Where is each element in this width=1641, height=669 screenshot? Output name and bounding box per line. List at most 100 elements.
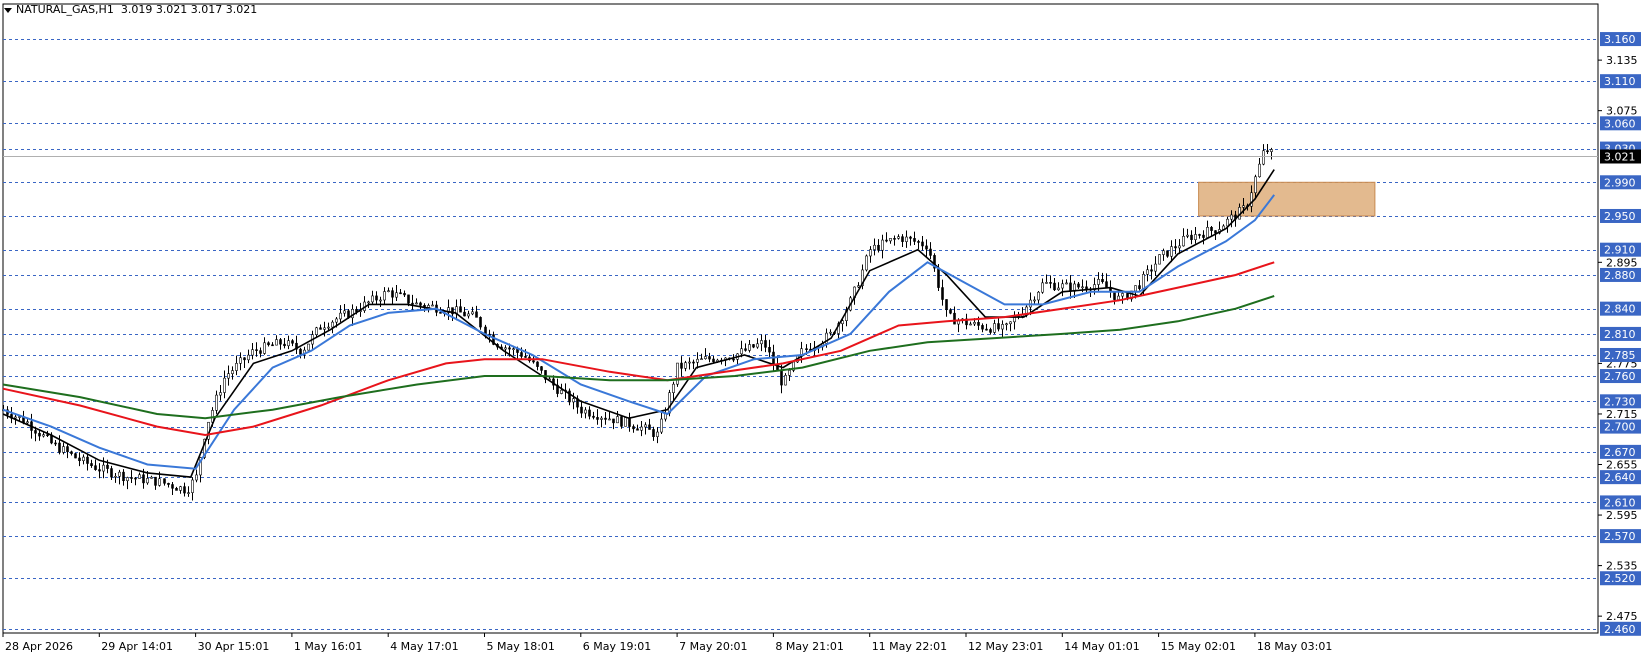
candle-body [748, 344, 751, 351]
candle-body [997, 323, 1000, 330]
candle-body [26, 421, 29, 424]
candle-body [154, 476, 157, 486]
candle-body [1077, 283, 1080, 288]
candle-body [1154, 263, 1157, 272]
candle-body [1190, 234, 1193, 240]
candle-body [640, 426, 643, 431]
candle-body [1266, 150, 1269, 153]
candle-body [704, 356, 707, 360]
candle-body [70, 451, 73, 454]
candle-body [504, 347, 507, 350]
price-chart[interactable]: 3.1353.0752.8952.7752.7152.6552.5952.535… [0, 0, 1641, 669]
time-label: 5 May 18:01 [487, 640, 555, 653]
candle-body [752, 344, 755, 348]
candle-body [1138, 285, 1141, 289]
plot-frame [2, 3, 1599, 634]
price-tick-label: 2.595 [1606, 509, 1638, 522]
candle-body [1117, 295, 1120, 300]
candle-body [110, 468, 113, 478]
candle-body [219, 392, 222, 396]
candle-body [1262, 150, 1265, 165]
candle-body [367, 301, 370, 304]
candle-body [54, 442, 57, 445]
candle-body [512, 348, 515, 350]
candle-body [1061, 283, 1064, 289]
candle-body [98, 469, 101, 472]
candle-body [251, 349, 254, 356]
candle-body [86, 456, 89, 464]
price-tick-label: 2.655 [1606, 459, 1638, 472]
candle-body [1121, 293, 1124, 297]
candle-body [540, 366, 543, 371]
candle-body [700, 358, 703, 361]
candle-body [524, 356, 527, 358]
candle-body [439, 311, 442, 314]
candle-body [993, 323, 996, 333]
candle-body [925, 245, 928, 250]
candle-body [1202, 234, 1205, 238]
candle-body [788, 370, 791, 376]
level-label: 2.990 [1604, 176, 1636, 189]
candle-body [536, 361, 539, 367]
time-label: 29 Apr 14:01 [101, 640, 173, 653]
candle-body [897, 236, 900, 239]
candle-body [780, 369, 783, 386]
candle-body [130, 477, 133, 479]
candle-body [227, 373, 230, 379]
candle-body [953, 312, 956, 325]
ma-red-line [2, 261, 1275, 437]
price-tick-label: 2.715 [1606, 408, 1638, 421]
candle-body [58, 442, 61, 453]
time-label: 4 May 17:01 [390, 640, 458, 653]
candle-body [415, 302, 418, 305]
candle-body [291, 340, 294, 344]
candle-body [379, 299, 382, 302]
time-label: 28 Apr 2026 [5, 640, 73, 653]
level-label: 2.460 [1604, 623, 1636, 636]
candle-body [760, 340, 763, 345]
candle-body [118, 471, 121, 477]
candle-body [279, 339, 282, 345]
candle-body [768, 347, 771, 353]
level-label: 2.570 [1604, 530, 1636, 543]
candle-body [223, 377, 226, 393]
candle-body [688, 361, 691, 364]
candle-body [740, 348, 743, 355]
candle-body [977, 322, 980, 326]
candle-body [648, 424, 651, 430]
candle-body [532, 360, 535, 363]
candle-body [215, 394, 218, 411]
candle-body [343, 310, 346, 314]
candle-body [1033, 299, 1036, 302]
candle-body [732, 358, 735, 361]
candle-body [475, 311, 478, 318]
price-tick-label: 3.135 [1606, 54, 1638, 67]
candle-body [684, 362, 687, 369]
candle-body [459, 306, 462, 313]
candle-body [1178, 245, 1181, 249]
candle-body [187, 492, 190, 494]
candle-body [676, 362, 679, 385]
candle-body [479, 317, 482, 328]
candle-body [102, 464, 105, 472]
candle-body [1049, 282, 1052, 284]
candle-body [271, 344, 274, 347]
time-label: 6 May 19:01 [583, 640, 651, 653]
time-label: 1 May 16:01 [294, 640, 362, 653]
candle-body [1210, 227, 1213, 231]
candle-body [1242, 205, 1245, 208]
candle-body [612, 418, 615, 424]
level-label: 2.910 [1604, 244, 1636, 257]
candle-body [1150, 269, 1153, 272]
level-label: 2.950 [1604, 210, 1636, 223]
candle-body [391, 290, 394, 298]
candle-body [146, 478, 149, 484]
candle-body [78, 457, 81, 462]
time-label: 7 May 20:01 [679, 640, 747, 653]
candle-body [46, 434, 49, 436]
candle-body [596, 417, 599, 420]
candle-body [1186, 234, 1189, 237]
level-label: 3.160 [1604, 33, 1636, 46]
candle-body [1194, 234, 1197, 240]
candle-body [175, 487, 178, 491]
